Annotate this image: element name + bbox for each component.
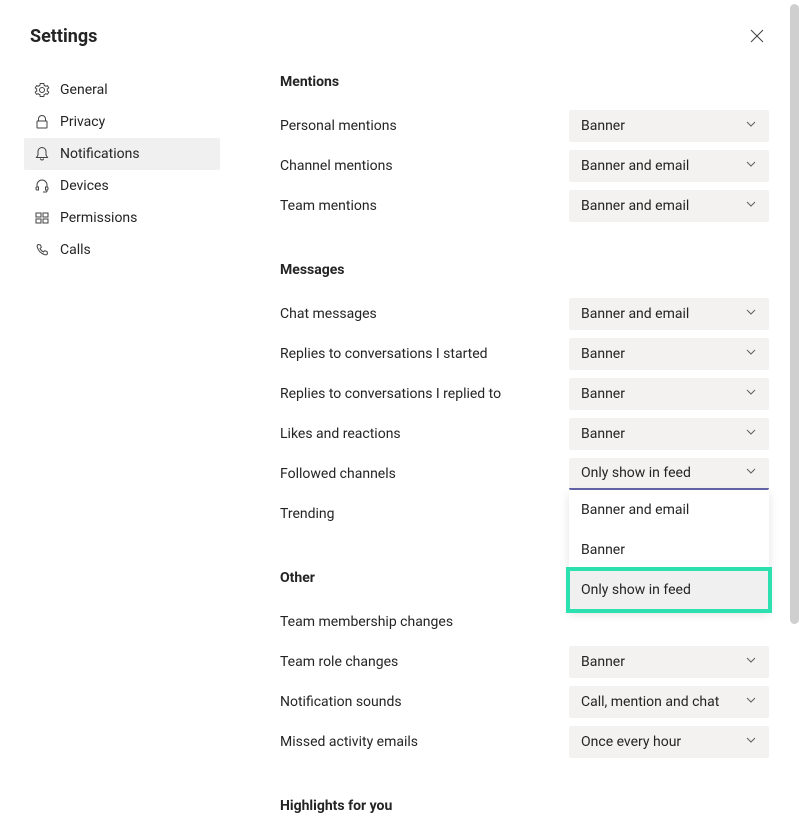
section-title-mentions: Mentions <box>280 74 769 90</box>
setting-row: Replies to conversations I replied to Ba… <box>280 374 769 414</box>
setting-label: Team role changes <box>280 654 398 670</box>
setting-label: Trending <box>280 506 335 522</box>
setting-row: Channel mentions Banner and email <box>280 146 769 186</box>
chevron-down-icon <box>745 306 757 322</box>
dropdown-value: Banner and email <box>581 198 689 214</box>
chevron-down-icon <box>745 386 757 402</box>
chevron-down-icon <box>745 426 757 442</box>
settings-main: Mentions Personal mentions Banner Channe… <box>220 74 769 830</box>
sidebar-item-calls[interactable]: Calls <box>24 234 220 266</box>
dropdown-value: Banner <box>581 386 625 402</box>
chevron-down-icon <box>745 694 757 710</box>
sidebar-item-label: General <box>60 82 108 98</box>
bell-icon <box>34 146 50 162</box>
sidebar-item-label: Permissions <box>60 210 137 226</box>
chevron-down-icon <box>745 734 757 750</box>
dropdown-replies-repliedto[interactable]: Banner <box>569 378 769 410</box>
lock-icon <box>34 114 50 130</box>
chevron-down-icon <box>745 118 757 134</box>
setting-row: Likes and reactions Banner <box>280 414 769 454</box>
setting-row: Personal mentions Banner <box>280 106 769 146</box>
dropdown-option-banner[interactable]: Banner <box>569 530 769 570</box>
headset-icon <box>34 178 50 194</box>
dropdown-missed-activity-emails[interactable]: Once every hour <box>569 726 769 758</box>
dropdown-menu: Banner and email Banner Only show in fee… <box>569 490 769 610</box>
setting-row: Team role changes Banner <box>280 642 769 682</box>
sidebar-item-label: Calls <box>60 242 91 258</box>
setting-label: Followed channels <box>280 466 396 482</box>
dropdown-channel-mentions[interactable]: Banner and email <box>569 150 769 182</box>
setting-label: Missed activity emails <box>280 734 418 750</box>
section-title-highlights: Highlights for you <box>280 798 769 814</box>
sidebar-item-privacy[interactable]: Privacy <box>24 106 220 138</box>
sidebar-item-devices[interactable]: Devices <box>24 170 220 202</box>
dropdown-value: Once every hour <box>581 734 681 750</box>
close-button[interactable] <box>745 24 769 48</box>
dropdown-value: Banner and email <box>581 158 689 174</box>
setting-label: Likes and reactions <box>280 426 401 442</box>
setting-label: Channel mentions <box>280 158 393 174</box>
section-title-messages: Messages <box>280 262 769 278</box>
dropdown-team-role-changes[interactable]: Banner <box>569 646 769 678</box>
setting-label: Replies to conversations I started <box>280 346 488 362</box>
apps-icon <box>34 210 50 226</box>
sidebar-item-label: Devices <box>60 178 109 194</box>
dropdown-option-only-feed[interactable]: Only show in feed <box>569 570 769 610</box>
setting-label: Personal mentions <box>280 118 397 134</box>
setting-label: Notification sounds <box>280 694 402 710</box>
chevron-down-icon <box>745 198 757 214</box>
page-title: Settings <box>30 26 97 47</box>
chevron-down-icon <box>745 158 757 174</box>
dropdown-team-mentions[interactable]: Banner and email <box>569 190 769 222</box>
sidebar-item-permissions[interactable]: Permissions <box>24 202 220 234</box>
settings-sidebar: General Privacy Notifications Devices Pe <box>24 74 220 830</box>
setting-row: Missed activity emails Once every hour <box>280 722 769 762</box>
setting-row: Followed channels Only show in feed Bann… <box>280 454 769 494</box>
setting-label: Team membership changes <box>280 614 453 630</box>
dropdown-notification-sounds[interactable]: Call, mention and chat <box>569 686 769 718</box>
dropdown-personal-mentions[interactable]: Banner <box>569 110 769 142</box>
dropdown-replies-started[interactable]: Banner <box>569 338 769 370</box>
dropdown-value: Call, mention and chat <box>581 694 719 710</box>
close-icon <box>750 29 764 43</box>
setting-row: Notification sounds Call, mention and ch… <box>280 682 769 722</box>
dropdown-value: Banner and email <box>581 306 689 322</box>
scrollbar[interactable] <box>790 4 799 624</box>
dropdown-value: Banner <box>581 346 625 362</box>
dropdown-value: Only show in feed <box>581 465 691 481</box>
setting-label: Chat messages <box>280 306 377 322</box>
sidebar-item-label: Notifications <box>60 146 140 162</box>
sidebar-item-label: Privacy <box>60 114 105 130</box>
chevron-down-icon <box>745 346 757 362</box>
setting-row: Chat messages Banner and email <box>280 294 769 334</box>
dropdown-likes-reactions[interactable]: Banner <box>569 418 769 450</box>
dropdown-option-banner-email[interactable]: Banner and email <box>569 490 769 530</box>
sidebar-item-notifications[interactable]: Notifications <box>24 138 220 170</box>
phone-icon <box>34 242 50 258</box>
dropdown-value: Banner <box>581 654 625 670</box>
dropdown-chat-messages[interactable]: Banner and email <box>569 298 769 330</box>
sidebar-item-general[interactable]: General <box>24 74 220 106</box>
dropdown-value: Banner <box>581 426 625 442</box>
setting-label: Replies to conversations I replied to <box>280 386 501 402</box>
gear-icon <box>34 82 50 98</box>
setting-row: Team mentions Banner and email <box>280 186 769 226</box>
dropdown-followed-channels[interactable]: Only show in feed <box>569 458 769 490</box>
chevron-down-icon <box>745 465 757 481</box>
settings-header: Settings <box>0 0 799 62</box>
dropdown-value: Banner <box>581 118 625 134</box>
chevron-down-icon <box>745 654 757 670</box>
setting-row: Replies to conversations I started Banne… <box>280 334 769 374</box>
setting-label: Team mentions <box>280 198 377 214</box>
